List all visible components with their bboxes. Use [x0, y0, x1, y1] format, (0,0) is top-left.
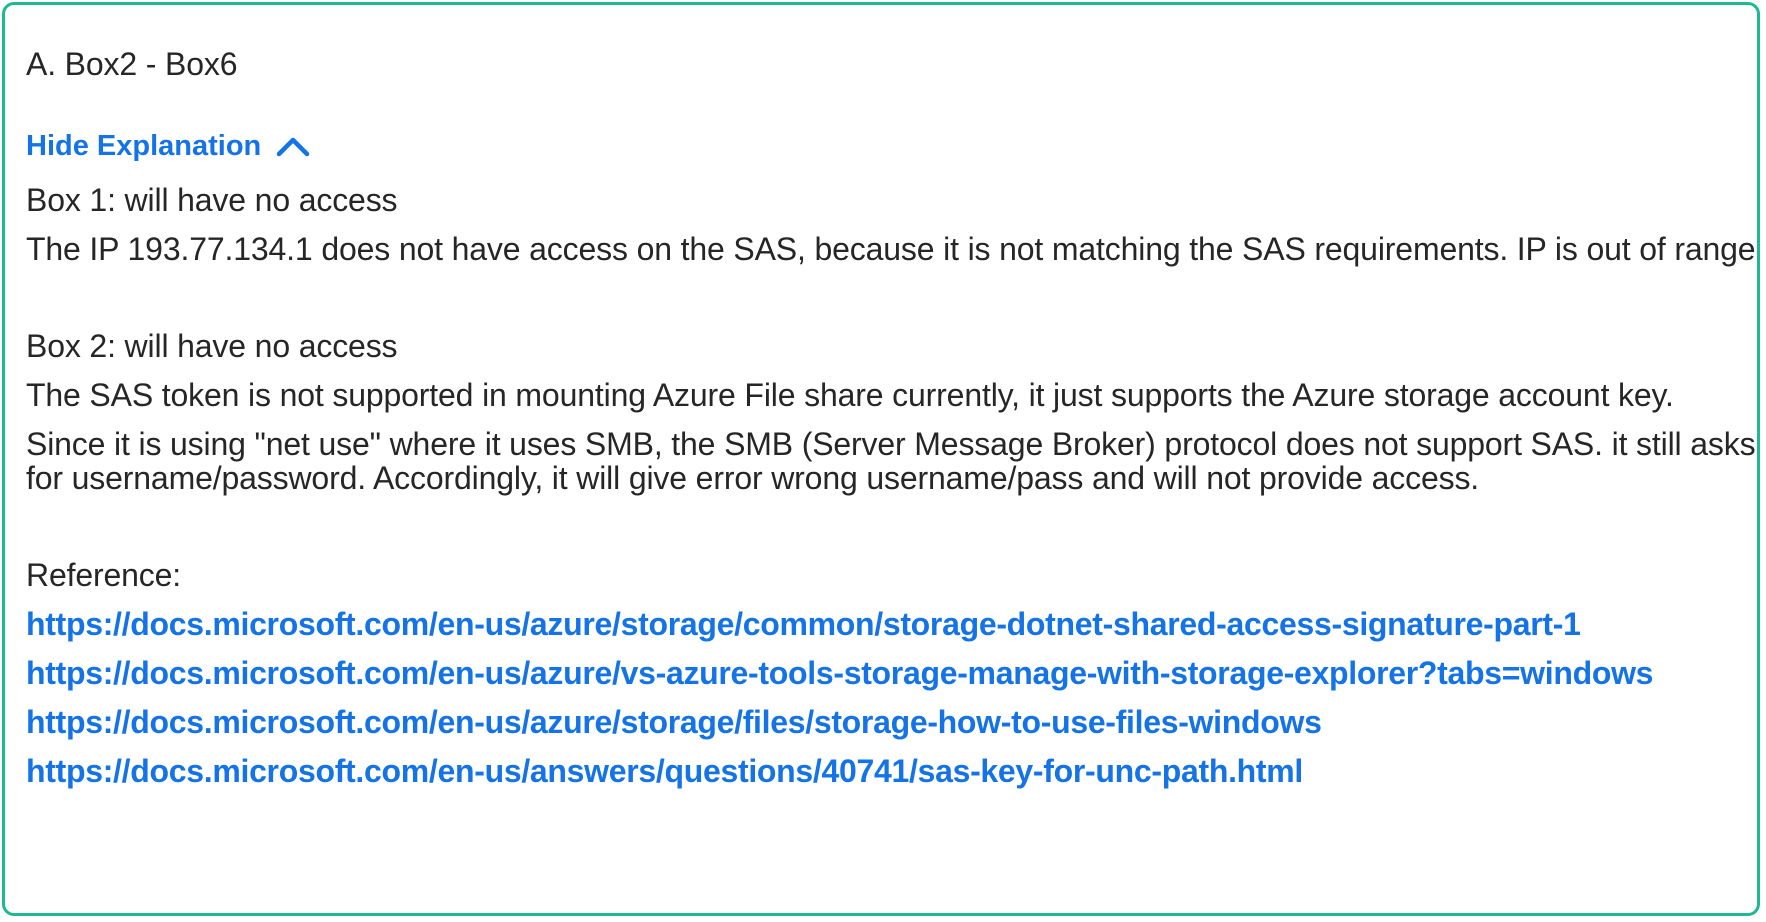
box2-heading: Box 2: will have no access	[26, 328, 398, 364]
reference-link-1[interactable]: https://docs.microsoft.com/en-us/azure/s…	[26, 605, 1581, 643]
reference-link-4[interactable]: https://docs.microsoft.com/en-us/answers…	[26, 752, 1303, 790]
box2-body-2-line-1: Since it is using "net use" where it use…	[26, 426, 1756, 462]
box2-body-2-line-2: for username/password. Accordingly, it w…	[26, 460, 1480, 496]
box1-body: The IP 193.77.134.1 does not have access…	[26, 231, 1760, 267]
reference-link-2[interactable]: https://docs.microsoft.com/en-us/azure/v…	[26, 654, 1653, 692]
reference-label: Reference:	[26, 557, 182, 593]
explanation-card: A. Box2 - Box6 Hide Explanation Box 1: w…	[2, 2, 1760, 916]
hide-explanation-button[interactable]: Hide Explanation	[26, 128, 311, 164]
chevron-up-icon	[277, 137, 310, 157]
box1-heading: Box 1: will have no access	[26, 182, 398, 218]
answer-text: A. Box2 - Box6	[26, 46, 238, 82]
hide-explanation-label: Hide Explanation	[26, 130, 262, 162]
box2-body-1: The SAS token is not supported in mounti…	[26, 377, 1674, 413]
reference-link-3[interactable]: https://docs.microsoft.com/en-us/azure/s…	[26, 703, 1322, 741]
